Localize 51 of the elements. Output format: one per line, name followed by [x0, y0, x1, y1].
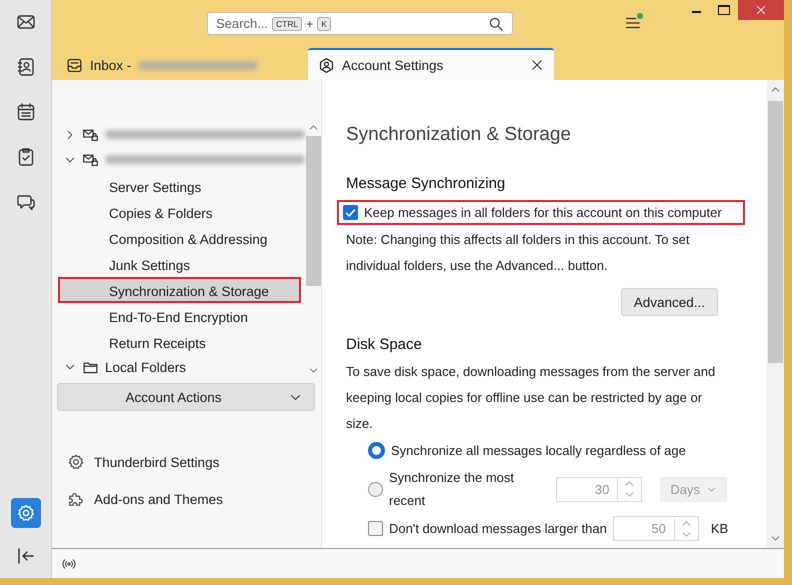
signal-icon[interactable] [62, 556, 76, 570]
inbox-tray-icon [66, 56, 83, 74]
tab-label: Account Settings [342, 58, 444, 72]
tab[interactable]: Inbox - [56, 50, 304, 80]
radio-button[interactable] [368, 442, 385, 459]
description-text: To save disk space, downloading messages from the server and keeping local copies for offline use can be restricted by age or size. [346, 363, 716, 433]
footer-link[interactable]: Add-ons and Themes [67, 490, 321, 508]
calendar-icon[interactable] [16, 102, 36, 122]
nav-item[interactable]: Return Receipts [58, 328, 301, 355]
option-label: Synchronize the most recent [389, 469, 516, 510]
checkbox[interactable] [343, 205, 358, 220]
radio-button[interactable] [368, 482, 383, 496]
nav-item[interactable]: Synchronization & Storage [58, 276, 301, 303]
shortcut-key: CTRL [272, 16, 302, 30]
checkbox[interactable] [368, 521, 383, 536]
scroll-thumb[interactable] [306, 136, 320, 286]
scroll-thumb[interactable] [768, 101, 783, 363]
advanced-button[interactable]: Advanced... [620, 288, 718, 316]
account-row[interactable]: Local Folders [64, 354, 305, 380]
collapse-sidebar-icon[interactable] [16, 546, 36, 566]
footer-link[interactable]: Thunderbird Settings [67, 453, 321, 471]
checkbox-label: Keep messages in all folders for this account on this computer [364, 205, 722, 220]
key-separator: + [306, 16, 314, 30]
account-actions-button[interactable]: Account Actions [57, 383, 315, 411]
search-icon [488, 16, 504, 32]
gear-icon[interactable] [16, 503, 36, 523]
nav-item[interactable]: Junk Settings [58, 250, 301, 277]
search-field[interactable]: Search... [216, 16, 268, 31]
search-bar[interactable]: Search... CTRL + K [207, 12, 513, 35]
scrollbar[interactable] [767, 80, 784, 548]
close-icon[interactable] [530, 58, 544, 72]
tab[interactable]: Account Settings [308, 48, 554, 80]
gear-icon [67, 453, 85, 471]
nav-item[interactable]: Copies & Folders [58, 198, 301, 225]
tab-label: Inbox - [90, 58, 132, 72]
nav-item[interactable]: Server Settings [58, 172, 301, 199]
nav-item[interactable]: Composition & Addressing [58, 224, 301, 251]
section-heading: Message Synchronizing [346, 175, 506, 192]
tree-label: Local Folders [105, 360, 186, 375]
shortcut-key: K [317, 16, 331, 30]
address-book-icon[interactable] [16, 57, 36, 77]
unit-label: KB [710, 521, 728, 536]
nav-item[interactable]: End-To-End Encryption [58, 302, 301, 329]
section-heading: Disk Space [346, 336, 423, 353]
puzzle-piece-icon [67, 490, 85, 508]
option-label: Don't download messages larger than [389, 520, 607, 538]
note-text: Note: Changing this affects all folders in this account. To set individual folders, use the Advanced... button. [346, 231, 690, 275]
page-title: Synchronization & Storage [346, 124, 572, 146]
account-shield-icon [318, 56, 335, 74]
option-label: Synchronize all messages locally regardless of age [391, 442, 686, 460]
close-icon [755, 4, 767, 16]
